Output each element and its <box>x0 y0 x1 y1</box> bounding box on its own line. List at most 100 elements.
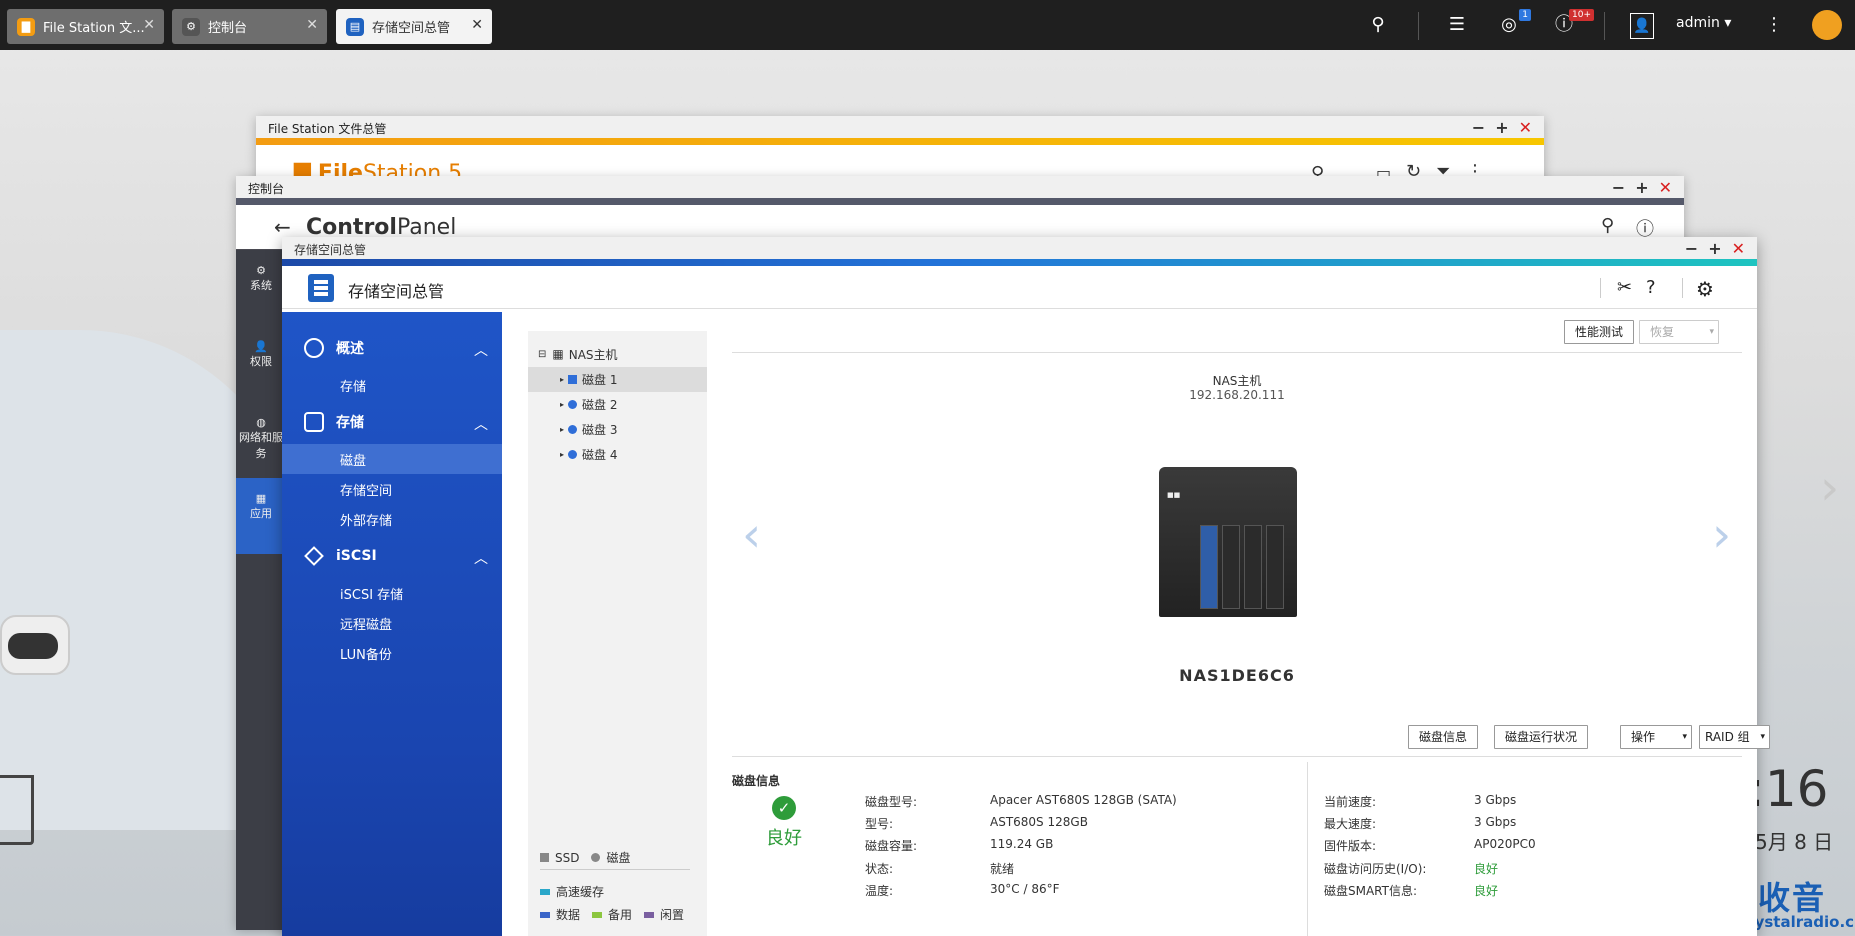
taskbar: ▇ File Station 文... ✕ ⚙ 控制台 ✕ ▤ 存储空间总管 ✕… <box>0 0 1855 50</box>
info-key: 磁盘访问历史(I/O): <box>1324 862 1427 876</box>
close-icon[interactable]: ✕ <box>471 17 483 33</box>
taskbar-tab-controlpanel[interactable]: ⚙ 控制台 ✕ <box>172 9 327 44</box>
tree-node-disk-2[interactable]: ▸ 磁盘 2 <box>528 392 707 417</box>
expand-icon[interactable]: ▸ <box>560 425 564 434</box>
info-value: Apacer AST680S 128GB (SATA) <box>990 793 1177 807</box>
notification-icon[interactable]: ◎ 1 <box>1497 9 1531 37</box>
drive-bay-1[interactable] <box>1200 525 1218 609</box>
taskbar-tab-filestation[interactable]: ▇ File Station 文... ✕ <box>7 9 164 44</box>
search-icon[interactable]: ⚲ <box>1366 13 1390 37</box>
nav-section-storage[interactable]: 存储 ︿ <box>282 400 502 444</box>
chevron-up-icon[interactable]: ︿ <box>474 414 488 434</box>
disk-icon <box>568 450 578 459</box>
info-icon[interactable]: ⓘ 10+ <box>1552 9 1594 37</box>
sidebar-item-system[interactable]: ⚙ 系统 <box>236 250 286 326</box>
help-icon[interactable]: ? <box>1646 277 1656 298</box>
app-title: 存储空间总管 <box>348 282 445 301</box>
benchmark-button[interactable]: 性能测试 <box>1564 320 1635 344</box>
chevron-left-icon[interactable]: ‹ <box>742 507 761 563</box>
more-icon[interactable]: ⋮ <box>1762 13 1786 37</box>
sidebar-item-network[interactable]: ◍ 网络和服务 <box>236 402 286 478</box>
search-icon[interactable]: ⚲ <box>1601 215 1614 236</box>
maximize-icon[interactable]: + <box>1635 178 1648 197</box>
sidebar-item-apps[interactable]: ▦ 应用 <box>236 478 286 554</box>
ssd-swatch <box>540 853 549 862</box>
close-icon[interactable]: ✕ <box>306 17 318 33</box>
user-menu[interactable]: admin ▾ <box>1676 15 1731 31</box>
nav-item-disks[interactable]: 磁盘 <box>282 444 502 474</box>
info-key: 磁盘型号: <box>865 795 918 809</box>
chevron-right-icon[interactable]: › <box>1712 507 1731 563</box>
nas-ip: 192.168.20.111 <box>1189 388 1285 402</box>
nav-section-iscsi[interactable]: iSCSI ︿ <box>282 534 502 578</box>
info-key: 最大速度: <box>1324 817 1377 831</box>
drive-bay-2[interactable] <box>1222 525 1240 609</box>
taskbar-tab-storage[interactable]: ▤ 存储空间总管 ✕ <box>336 9 492 44</box>
window-titlebar[interactable]: 存储空间总管 − + ✕ <box>282 237 1757 259</box>
expand-icon[interactable]: ▸ <box>560 400 564 409</box>
restore-dropdown[interactable]: 恢复 ▾ <box>1639 320 1719 344</box>
minimize-icon[interactable]: − <box>1685 239 1698 258</box>
helper-robot-icon[interactable] <box>0 615 70 675</box>
disk-info-button[interactable]: 磁盘信息 <box>1408 725 1479 749</box>
nav-section-overview[interactable]: 概述 ︿ <box>282 326 502 370</box>
notification-badge: 1 <box>1519 9 1531 21</box>
back-arrow-icon[interactable]: ← <box>274 215 291 239</box>
chevron-up-icon[interactable]: ︿ <box>474 340 488 360</box>
close-icon[interactable]: ✕ <box>143 17 155 33</box>
minimize-icon[interactable]: − <box>1472 118 1485 137</box>
nav-item-iscsi-storage[interactable]: iSCSI 存储 <box>282 578 502 608</box>
maximize-icon[interactable]: + <box>1495 118 1508 137</box>
settings-icon[interactable]: ⚙ <box>1696 277 1714 301</box>
disk-tree: ⊟ ▦ NAS主机 ▸ 磁盘 1 ▸ 磁盘 2 ▸ 磁盘 3 ▸ 磁盘 4 SS… <box>528 331 707 936</box>
tools-icon[interactable]: ✂ <box>1617 277 1632 298</box>
task-stack-icon[interactable]: ☰ <box>1445 13 1469 37</box>
window-titlebar[interactable]: 控制台 − + ✕ <box>236 176 1684 198</box>
close-icon[interactable]: ✕ <box>1732 239 1745 258</box>
dashboard-icon[interactable] <box>1812 10 1842 40</box>
minimize-icon[interactable]: − <box>1612 178 1625 197</box>
tree-node-disk-4[interactable]: ▸ 磁盘 4 <box>528 442 707 467</box>
controlpanel-sidebar: ⚙ 系统 👤 权限 ◍ 网络和服务 ▦ 应用 <box>236 250 286 930</box>
sidebar-item-privilege[interactable]: 👤 权限 <box>236 326 286 402</box>
chevron-right-icon[interactable]: › <box>1820 460 1839 516</box>
info-key: 磁盘SMART信息: <box>1324 884 1418 898</box>
raid-group-dropdown[interactable]: RAID 组 ▾ <box>1699 725 1770 749</box>
close-icon[interactable]: ✕ <box>1659 178 1672 197</box>
window-titlebar[interactable]: File Station 文件总管 − + ✕ <box>256 116 1544 138</box>
drive-bay-3[interactable] <box>1244 525 1262 609</box>
expand-icon[interactable]: ▸ <box>560 450 564 459</box>
nav-item-storage-space[interactable]: 存储空间 <box>282 474 502 504</box>
nav-item-overview-storage[interactable]: 存储 <box>282 370 502 400</box>
maximize-icon[interactable]: + <box>1708 239 1721 258</box>
close-icon[interactable]: ✕ <box>1519 118 1532 137</box>
spare-swatch <box>592 911 603 918</box>
window-title: File Station 文件总管 <box>268 122 387 136</box>
disk-health-button[interactable]: 磁盘运行状况 <box>1494 725 1589 749</box>
chevron-up-icon[interactable]: ︿ <box>474 548 488 568</box>
nas-hostname: NAS1DE6C6 <box>1179 666 1295 685</box>
info-value: AP020PC0 <box>1474 837 1536 851</box>
tree-root-nas[interactable]: ⊟ ▦ NAS主机 <box>528 341 707 367</box>
nav-item-remote-disk[interactable]: 远程磁盘 <box>282 608 502 638</box>
user-icon[interactable]: 👤 <box>1630 13 1654 39</box>
info-key: 型号: <box>865 817 894 831</box>
info-value: 3 Gbps <box>1474 815 1517 829</box>
nas-label: NAS主机 <box>1212 374 1262 388</box>
operate-dropdown[interactable]: 操作 ▾ <box>1620 725 1692 749</box>
iscsi-icon <box>304 546 324 566</box>
nav-item-lun-backup[interactable]: LUN备份 <box>282 638 502 668</box>
collapse-icon[interactable]: ⊟ <box>538 349 546 360</box>
tree-node-disk-3[interactable]: ▸ 磁盘 3 <box>528 417 707 442</box>
tree-node-disk-1[interactable]: ▸ 磁盘 1 <box>528 367 707 392</box>
trash-icon[interactable] <box>0 775 34 845</box>
window-title: 存储空间总管 <box>294 243 367 257</box>
accent-bar <box>256 138 1544 145</box>
divider <box>540 869 690 870</box>
nav-item-external-storage[interactable]: 外部存储 <box>282 504 502 534</box>
chevron-down-icon: ▾ <box>1760 732 1765 742</box>
info-value: 良好 <box>1474 884 1499 898</box>
info-value: AST680S 128GB <box>990 815 1088 829</box>
expand-icon[interactable]: ▸ <box>560 375 564 384</box>
drive-bay-4[interactable] <box>1266 525 1284 609</box>
